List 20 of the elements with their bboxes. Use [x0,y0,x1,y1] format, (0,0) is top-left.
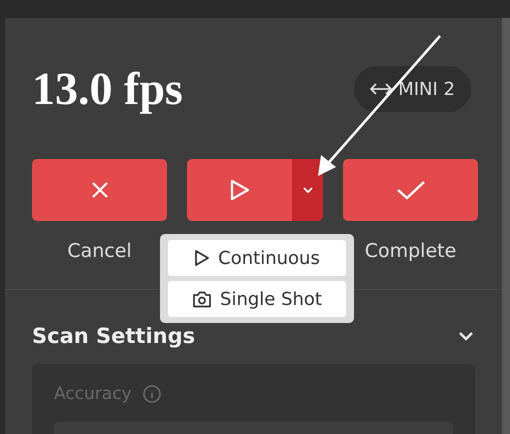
menu-item[interactable]: Single Shot [168,281,346,317]
camera-icon [192,290,212,308]
button-label: Cancel [67,240,132,262]
dropdown-button[interactable] [292,159,323,221]
menu-item[interactable]: Continuous [168,240,346,276]
complete-button[interactable] [343,159,478,221]
checkmark-icon [396,179,426,201]
frame-rate: 13.0 fps [32,66,183,112]
section-title: Scan Settings [32,324,196,348]
info-icon [142,384,162,404]
play-icon [194,249,210,267]
close-icon [90,180,110,200]
scrollbar[interactable] [502,18,510,434]
chevron-icon[interactable] [457,329,475,343]
device-pill[interactable]: MINI 2 [354,66,471,112]
caret-icon [302,186,314,194]
arrows-icon [370,82,392,96]
play-icon [228,178,250,202]
cancel-button[interactable] [32,159,167,221]
button-label: Complete [364,240,456,262]
